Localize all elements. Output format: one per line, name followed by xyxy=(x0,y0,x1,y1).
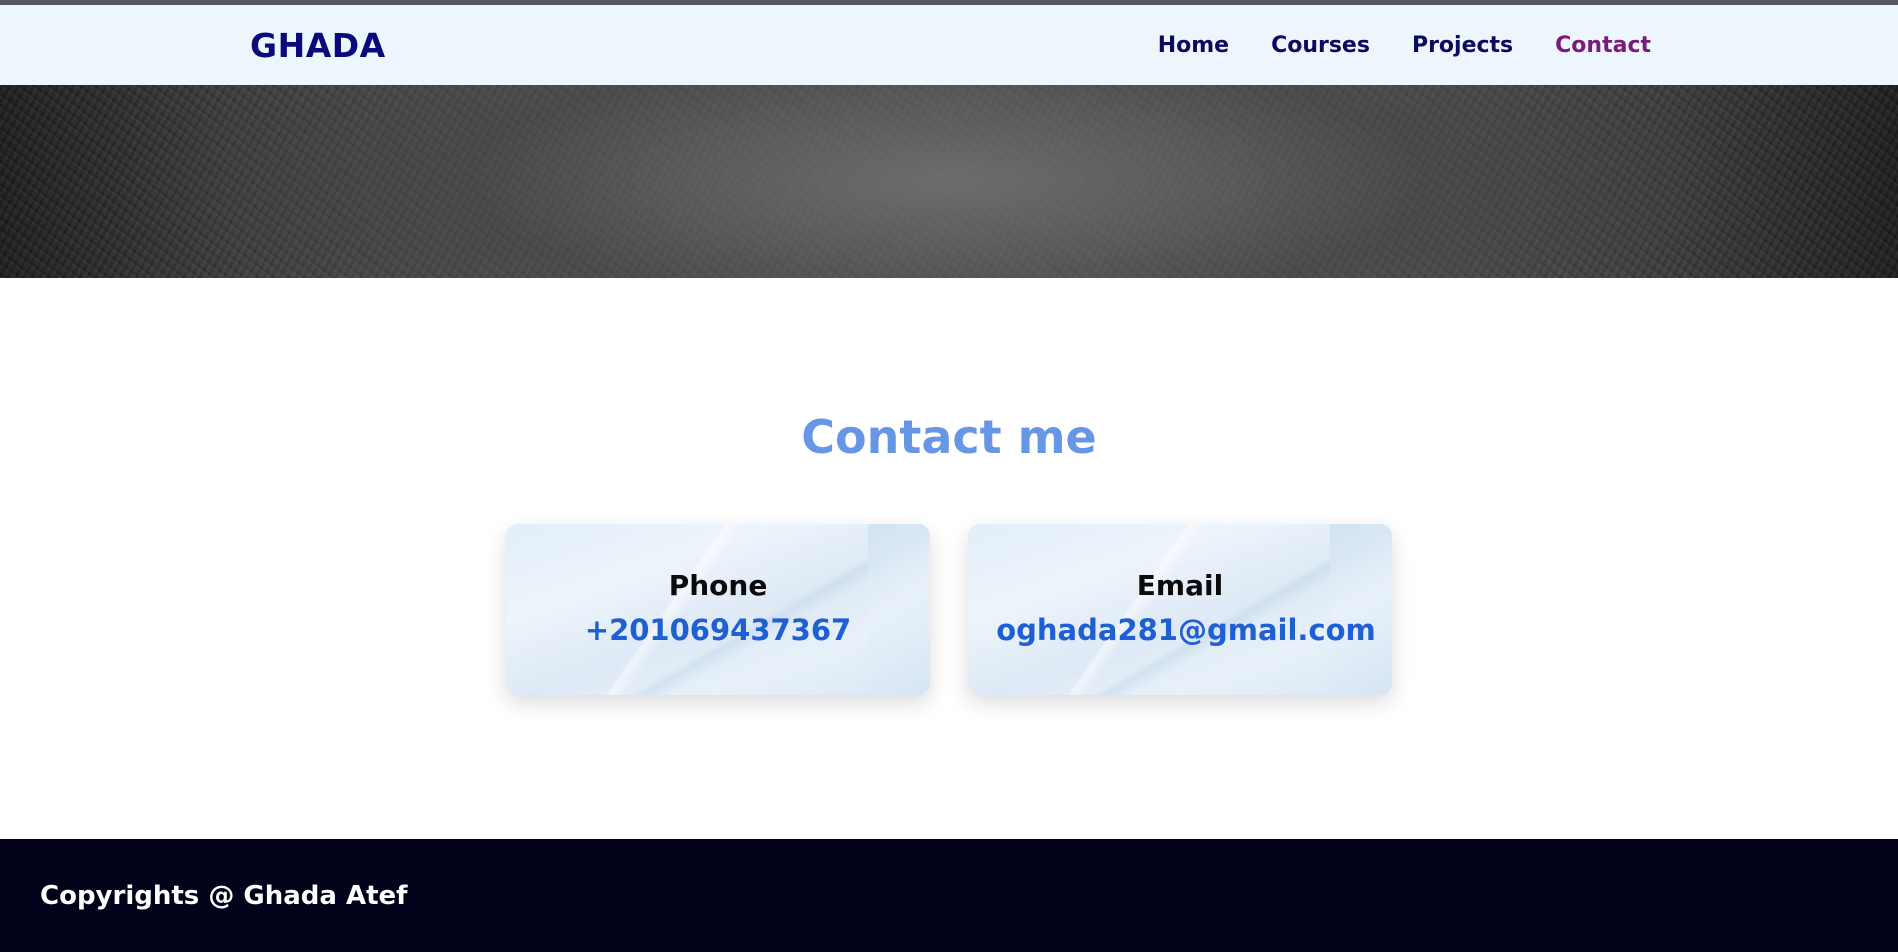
nav-link-home[interactable]: Home xyxy=(1158,31,1229,61)
nav-link-projects[interactable]: Projects xyxy=(1412,31,1513,61)
card-decoration xyxy=(1330,524,1392,695)
email-card: Email oghada281@gmail.com xyxy=(968,524,1392,695)
email-link[interactable]: oghada281@gmail.com xyxy=(974,611,1392,649)
main-nav: Home Courses Projects Contact xyxy=(1158,31,1651,61)
footer: Copyrights @ Ghada Atef xyxy=(0,839,1898,952)
nav-link-courses[interactable]: Courses xyxy=(1271,31,1370,61)
copyright-text: Copyrights @ Ghada Atef xyxy=(40,881,408,911)
nav-link-contact[interactable]: Contact xyxy=(1555,31,1651,61)
email-label: Email xyxy=(1136,569,1224,602)
navbar: GHADA Home Courses Projects Contact xyxy=(0,5,1898,85)
phone-link[interactable]: +201069437367 xyxy=(506,611,930,649)
phone-label: Phone xyxy=(668,569,768,602)
phone-card: Phone +201069437367 xyxy=(506,524,930,695)
contact-section-title: Contact me xyxy=(801,410,1097,464)
hero-banner-image xyxy=(0,85,1898,278)
card-decoration xyxy=(868,524,930,695)
site-logo[interactable]: GHADA xyxy=(250,25,386,67)
